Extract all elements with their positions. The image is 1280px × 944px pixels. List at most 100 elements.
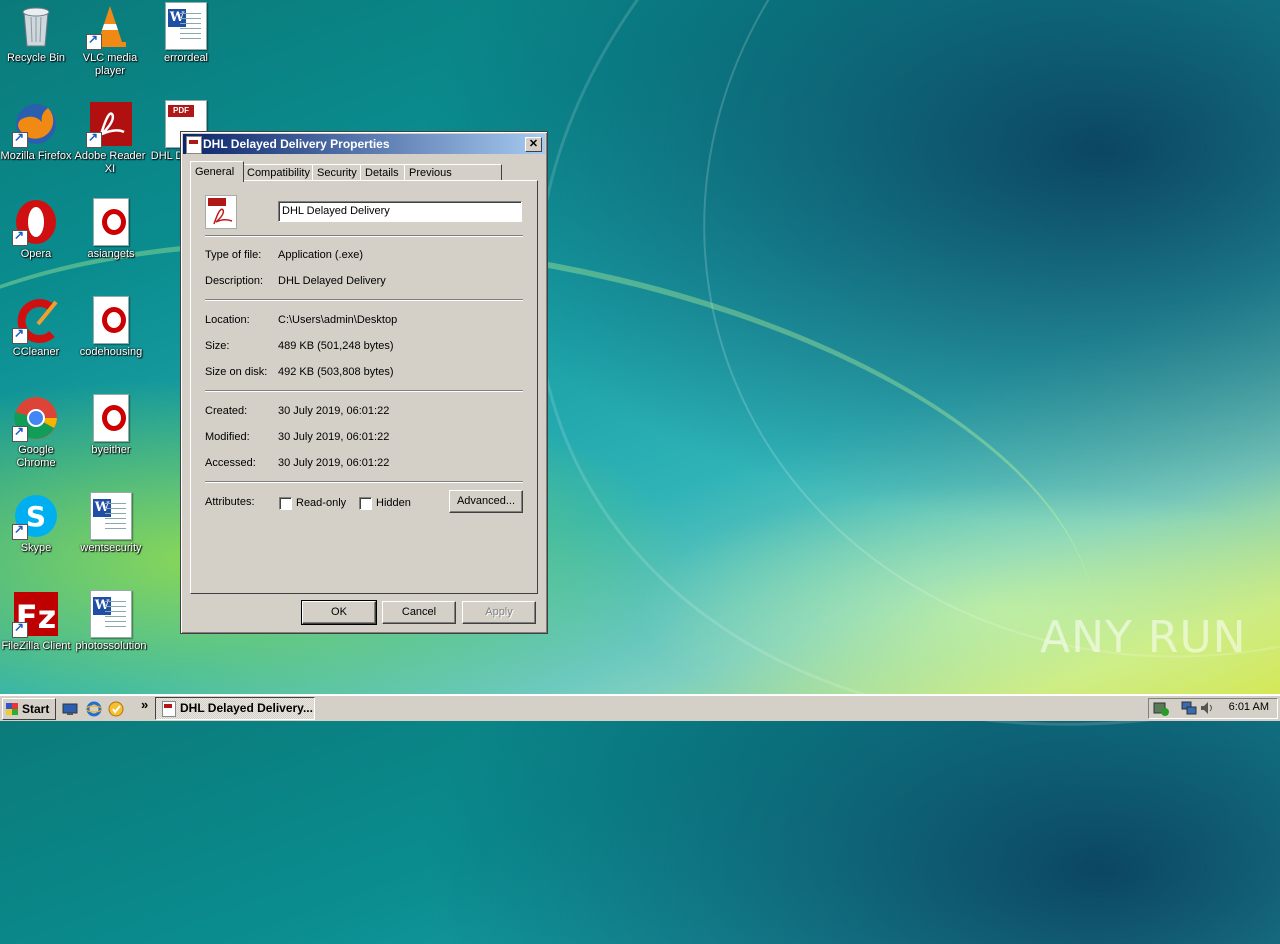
desktop-icon-ccleaner[interactable]: CCleaner: [0, 296, 74, 359]
description-value: DHL Delayed Delivery: [278, 275, 386, 287]
tab-general[interactable]: General: [190, 161, 244, 182]
location-value: C:\Users\admin\Desktop: [278, 314, 398, 326]
desktop-icon-label: Skype: [20, 542, 52, 554]
desktop-icon-label: byeither: [91, 444, 131, 456]
desktop-icon-label: photossolution: [75, 640, 147, 652]
pdf-file-icon: [205, 195, 237, 229]
desktop-icon-codehousing[interactable]: codehousing: [73, 296, 149, 359]
desktop-icon-label: codehousing: [79, 346, 143, 358]
desktop-icon-opera[interactable]: Opera: [0, 198, 74, 261]
pdf-file-icon: [186, 136, 202, 154]
created-value: 30 July 2019, 06:01:22: [278, 405, 390, 417]
size-label: Size:: [205, 340, 230, 352]
location-label: Location:: [205, 314, 250, 326]
pdf-file-icon: [162, 701, 176, 717]
internet-explorer-icon[interactable]: [85, 701, 103, 717]
ccleaner-icon: [12, 296, 60, 344]
desktop-icon-label: errordeal: [163, 52, 209, 64]
start-label: Start: [22, 702, 50, 716]
size-on-disk-value: 492 KB (503,808 bytes): [278, 366, 394, 378]
cancel-button[interactable]: Cancel: [382, 601, 456, 624]
separator: [205, 390, 523, 392]
filezilla-icon: Fz: [12, 590, 60, 638]
volume-icon[interactable]: [1199, 700, 1215, 716]
opera-document-icon: [93, 198, 129, 246]
desktop-icon-errordeal[interactable]: W errordeal: [148, 2, 224, 65]
shortcut-arrow-icon: [86, 32, 102, 50]
desktop-icon-adobe-reader[interactable]: Adobe Reader XI: [72, 100, 148, 176]
opera-document-icon: [93, 296, 129, 344]
shortcut-arrow-icon: [12, 424, 28, 442]
desktop-icon-label: Opera: [20, 248, 52, 260]
hidden-checkbox[interactable]: [359, 497, 372, 510]
size-value: 489 KB (501,248 bytes): [278, 340, 394, 352]
type-of-file-value: Application (.exe): [278, 249, 363, 261]
desktop-icon-filezilla[interactable]: Fz FileZilla Client: [0, 590, 74, 653]
word-document-icon: W: [90, 492, 132, 540]
desktop-icon-vlc[interactable]: VLC media player: [72, 2, 148, 78]
desktop-icon-firefox[interactable]: Mozilla Firefox: [0, 100, 74, 163]
desktop-icon-label: Mozilla Firefox: [0, 150, 72, 162]
modified-label: Modified:: [205, 431, 250, 443]
word-document-icon: W: [90, 590, 132, 638]
accessed-label: Accessed:: [205, 457, 256, 469]
show-desktop-icon[interactable]: [62, 701, 78, 717]
desktop-icon-photossolution[interactable]: W photossolution: [73, 590, 149, 653]
file-name-field[interactable]: [278, 201, 522, 222]
taskbar: Start » DHL Delayed Delivery... 6:01 AM: [0, 694, 1280, 721]
watermark: ANY RUN: [1040, 612, 1247, 663]
desktop-icon-chrome[interactable]: Google Chrome: [0, 394, 74, 470]
system-tray: 6:01 AM: [1148, 698, 1278, 719]
separator: [205, 481, 523, 483]
desktop-icon-asiangets[interactable]: asiangets: [73, 198, 149, 261]
close-button[interactable]: ✕: [525, 137, 542, 152]
created-label: Created:: [205, 405, 248, 417]
desktop-icon-recycle-bin[interactable]: Recycle Bin: [0, 2, 74, 65]
desktop-icon-label: Google Chrome: [16, 444, 56, 469]
read-only-label[interactable]: Read-only: [296, 497, 346, 509]
start-button[interactable]: Start: [2, 698, 56, 720]
ok-button[interactable]: OK: [301, 600, 377, 625]
security-shield-icon[interactable]: [1153, 700, 1169, 716]
clock: 6:01 AM: [1228, 701, 1269, 713]
svg-text:S: S: [26, 500, 46, 533]
desktop-icon-label: Recycle Bin: [6, 52, 66, 64]
dialog-title: DHL Delayed Delivery Properties: [203, 137, 390, 151]
task-button-properties[interactable]: DHL Delayed Delivery...: [155, 697, 315, 720]
word-document-icon: W: [165, 2, 207, 50]
media-player-icon[interactable]: [108, 701, 124, 717]
shortcut-arrow-icon: [86, 130, 102, 148]
dialog-titlebar[interactable]: DHL Delayed Delivery Properties ✕: [183, 134, 545, 154]
general-panel: Type of file: Application (.exe) Descrip…: [190, 180, 538, 594]
shortcut-arrow-icon: [12, 620, 28, 638]
recycle-bin-icon: [12, 2, 60, 50]
properties-dialog: DHL Delayed Delivery Properties ✕ Genera…: [180, 131, 548, 634]
desktop-icon-wentsecurity[interactable]: W wentsecurity: [73, 492, 149, 555]
description-label: Description:: [205, 275, 264, 287]
file-name-input[interactable]: [279, 202, 515, 220]
desktop-icon-label: asiangets: [87, 248, 135, 260]
desktop-icon-label: wentsecurity: [80, 542, 142, 554]
attributes-label: Attributes:: [205, 496, 255, 508]
opera-icon: [12, 198, 60, 246]
shortcut-arrow-icon: [12, 228, 28, 246]
opera-document-icon: [93, 394, 129, 442]
desktop-icon-byeither[interactable]: byeither: [73, 394, 149, 457]
windows-flag-icon: [6, 703, 18, 715]
network-icon[interactable]: [1181, 700, 1197, 716]
separator: [205, 299, 523, 301]
hidden-label[interactable]: Hidden: [376, 497, 411, 509]
vlc-cone-icon: [86, 2, 134, 50]
size-on-disk-label: Size on disk:: [205, 366, 268, 378]
desktop-icon-skype[interactable]: S Skype: [0, 492, 74, 555]
desktop-icon-label: FileZilla Client: [1, 640, 71, 652]
type-of-file-label: Type of file:: [205, 249, 262, 261]
advanced-button[interactable]: Advanced...: [449, 490, 523, 513]
read-only-checkbox[interactable]: [279, 497, 292, 510]
desktop-icon-label: VLC media player: [82, 52, 138, 77]
quick-launch-overflow[interactable]: »: [141, 697, 148, 712]
apply-button[interactable]: Apply: [462, 601, 536, 624]
desktop-icon-label: Adobe Reader XI: [74, 150, 146, 175]
chrome-icon: [12, 394, 60, 442]
accessed-value: 30 July 2019, 06:01:22: [278, 457, 390, 469]
